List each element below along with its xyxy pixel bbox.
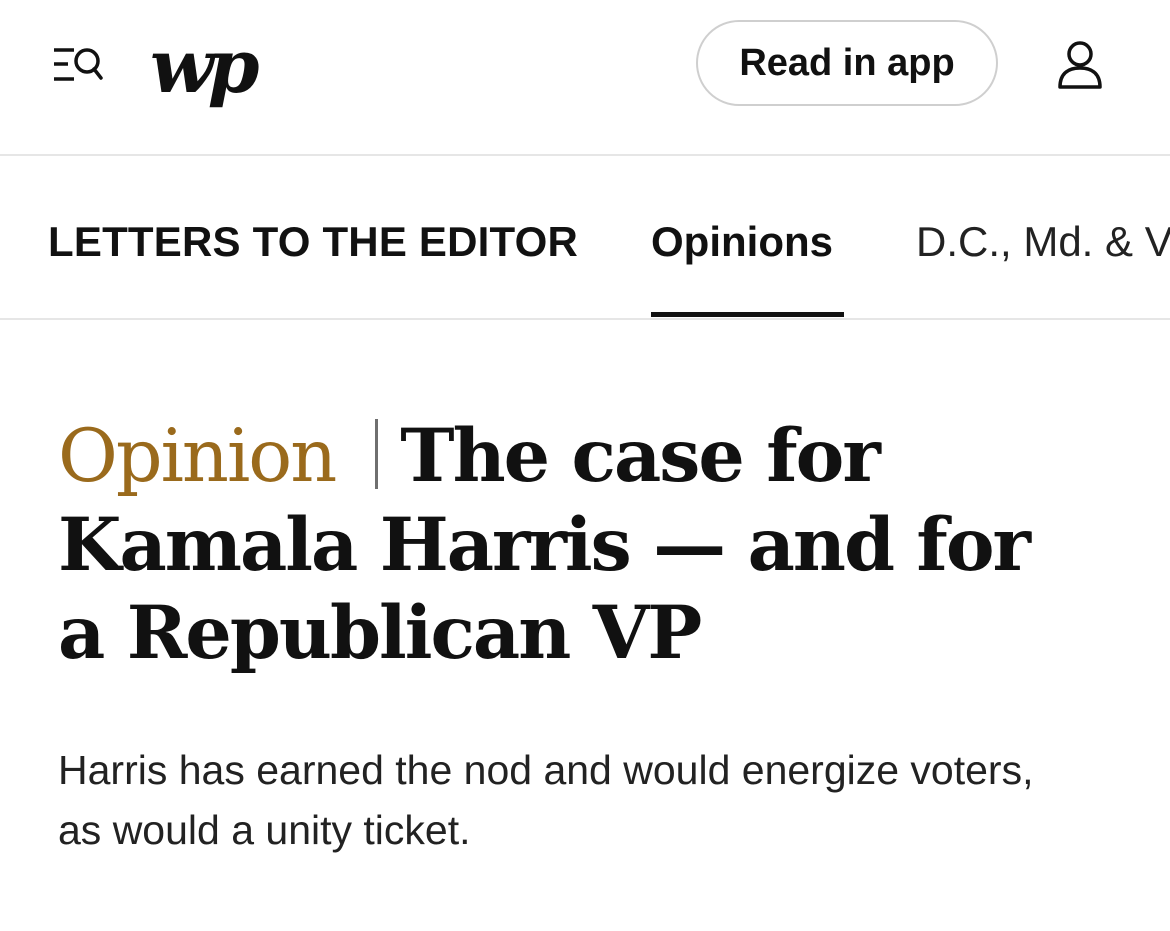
read-in-app-button[interactable]: Read in app <box>696 20 998 106</box>
section-nav-brand[interactable]: LETTERS TO THE EDITOR <box>48 216 578 268</box>
site-logo[interactable]: wp <box>150 22 259 112</box>
active-tab-underline <box>651 312 844 317</box>
menu-search-icon[interactable] <box>52 42 104 88</box>
nav-tab-dc-md-va[interactable]: D.C., Md. & V <box>916 216 1170 268</box>
opinion-label[interactable]: Opinion <box>58 414 337 499</box>
nav-tab-opinions[interactable]: Opinions <box>651 216 833 268</box>
article-headline: Opinion The case for Kamala Harris — and … <box>58 412 1058 677</box>
top-header: wp Read in app <box>0 0 1170 156</box>
headline-divider <box>375 419 379 489</box>
section-nav: LETTERS TO THE EDITOR Opinions D.C., Md.… <box>0 156 1170 320</box>
user-account-icon[interactable] <box>1056 40 1104 90</box>
article-subheadline: Harris has earned the nod and would ener… <box>58 747 1034 853</box>
